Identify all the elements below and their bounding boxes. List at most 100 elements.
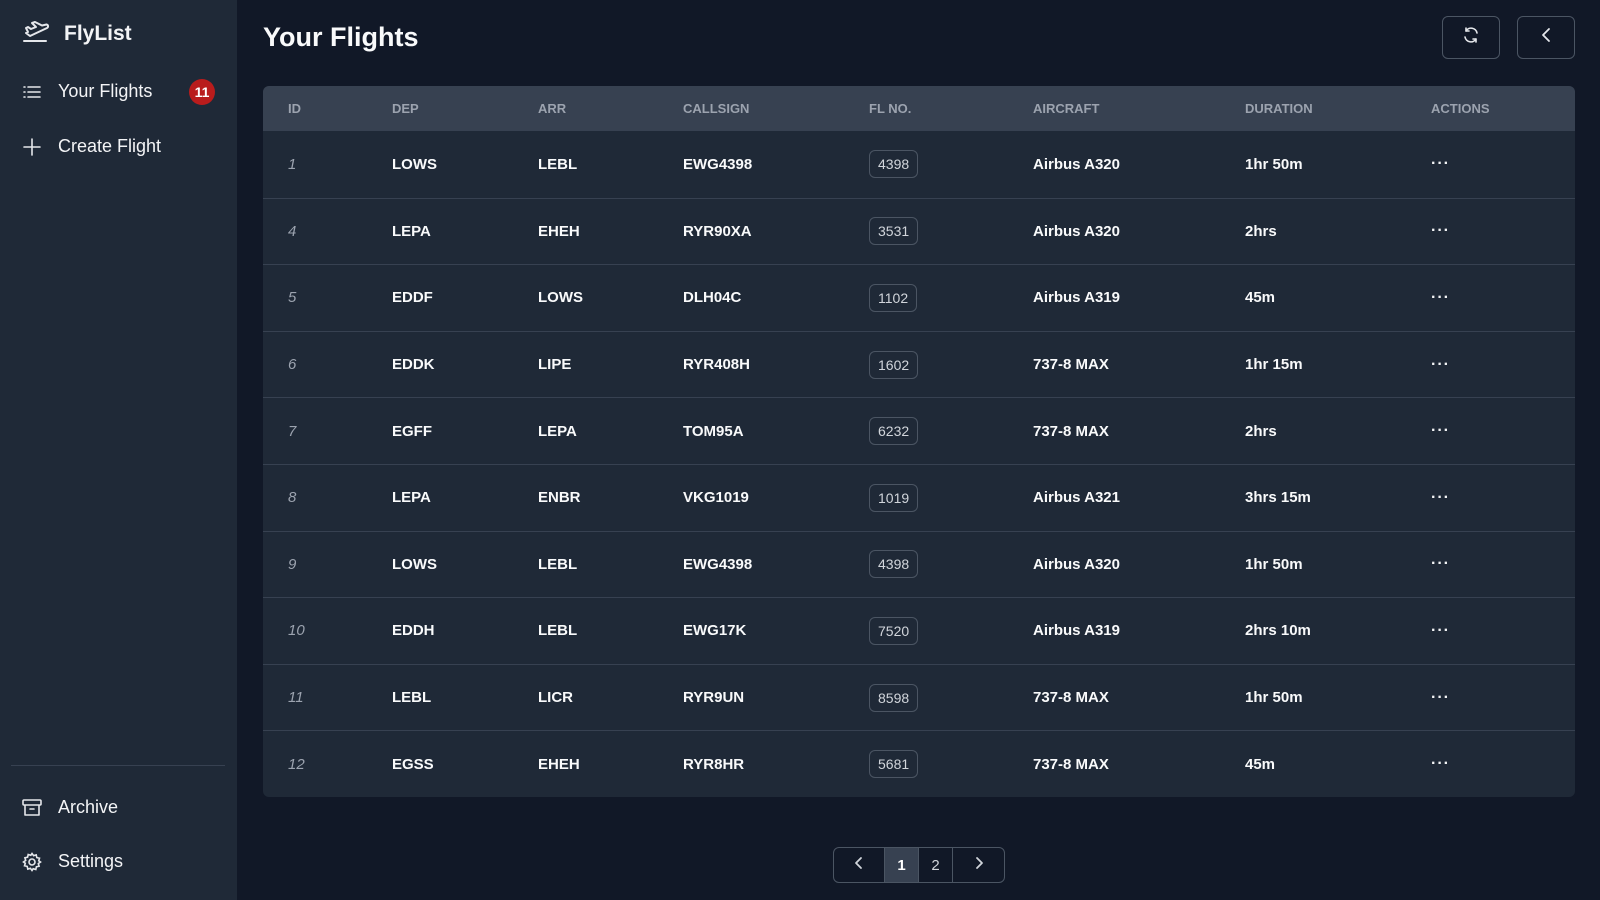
cell-actions: ···: [1431, 532, 1450, 598]
cell-dep: EDDH: [392, 598, 435, 664]
table-row[interactable]: 1 LOWS LEBL EWG4398 4398 Airbus A320 1hr 50m ··…: [263, 131, 1575, 198]
cell-fl-no: 7520: [869, 598, 919, 664]
more-actions-button[interactable]: ···: [1431, 222, 1450, 240]
cell-arr: LOWS: [538, 265, 583, 331]
cell-aircraft: Airbus A320: [1033, 532, 1120, 598]
more-actions-button[interactable]: ···: [1431, 356, 1450, 374]
cell-aircraft-text: 737-8 MAX: [1033, 689, 1109, 707]
cell-dep-text: EDDF: [392, 289, 433, 307]
sidebar-item-create-flight[interactable]: Create Flight: [22, 136, 161, 157]
page-button-1[interactable]: 1: [885, 848, 919, 882]
brand[interactable]: FlyList: [22, 18, 132, 49]
cell-fl-no: 5681: [869, 731, 919, 797]
cell-duration-text: 2hrs: [1245, 222, 1277, 240]
cell-arr-text: LICR: [538, 689, 573, 707]
cell-arr: ENBR: [538, 465, 581, 531]
table-row[interactable]: 9 LOWS LEBL EWG4398 4398 Airbus A320 1hr 50m ··…: [263, 530, 1575, 598]
cell-dep: EGFF: [392, 398, 432, 464]
cell-aircraft: 737-8 MAX: [1033, 665, 1109, 731]
sidebar-item-your-flights[interactable]: Your Flights: [22, 81, 152, 102]
cell-dep: EDDK: [392, 332, 435, 398]
cell-fl-no: 1019: [869, 465, 919, 531]
table-row[interactable]: 5 EDDF LOWS DLH04C 1102 Airbus A319 45m ···: [263, 264, 1575, 331]
next-page-button[interactable]: [953, 848, 1004, 882]
cell-actions: ···: [1431, 332, 1450, 398]
cell-callsign: EWG4398: [683, 532, 752, 598]
cell-id: 4: [288, 199, 296, 265]
cell-dep-text: EGSS: [392, 755, 434, 773]
cell-duration-text: 45m: [1245, 289, 1276, 307]
more-actions-button[interactable]: ···: [1431, 422, 1450, 440]
flights-table: ID DEP ARR CALLSIGN FL NO. AIRCRAFT DURA…: [263, 86, 1575, 797]
page-button-2[interactable]: 2: [919, 848, 953, 882]
cell-duration: 3hrs 15m: [1245, 465, 1311, 531]
prev-page-button[interactable]: [834, 848, 885, 882]
cell-callsign: TOM95A: [683, 398, 744, 464]
cell-aircraft-text: Airbus A320: [1033, 155, 1120, 173]
cell-id-text: 8: [288, 489, 297, 507]
cell-dep-text: LOWS: [392, 555, 437, 573]
cell-dep-text: LEBL: [392, 689, 432, 707]
cell-duration: 1hr 50m: [1245, 532, 1303, 598]
table-row[interactable]: 12 EGSS EHEH RYR8HR 5681 737-8 MAX 45m ···: [263, 730, 1575, 797]
cell-fl-no: 4398: [869, 532, 919, 598]
cell-dep-text: EDDH: [392, 622, 435, 640]
cell-fl-no: 6232: [869, 398, 919, 464]
cell-callsign-text: EWG4398: [683, 155, 753, 173]
table-row[interactable]: 7 EGFF LEPA TOM95A 6232 737-8 MAX 2hrs ···: [263, 397, 1575, 464]
table-row[interactable]: 10 EDDH LEBL EWG17K 7520 Airbus A319 2hrs 10m ·…: [263, 597, 1575, 664]
sidebar-item-label: Create Flight: [58, 136, 162, 156]
table-row[interactable]: 8 LEPA ENBR VKG1019 1019 Airbus A321 3hrs 15m ·…: [263, 463, 1575, 531]
refresh-icon: [1462, 26, 1480, 49]
cell-id-text: 1: [288, 155, 297, 173]
refresh-button[interactable]: [1442, 16, 1500, 59]
cell-dep-text: LEPA: [392, 222, 431, 240]
cell-callsign-text: DLH04C: [683, 289, 742, 307]
sidebar-item-archive[interactable]: Archive: [22, 797, 118, 818]
plus-icon: [22, 137, 42, 157]
more-actions-button[interactable]: ···: [1431, 689, 1450, 707]
collapse-button[interactable]: [1517, 16, 1575, 59]
sidebar-item-label: Your Flights: [58, 81, 153, 101]
cell-dep-text: LOWS: [392, 155, 437, 173]
sidebar-divider: [11, 765, 225, 766]
plane-takeoff-icon: [22, 18, 50, 49]
more-actions-button[interactable]: ···: [1431, 155, 1450, 173]
cell-id-text: 12: [288, 755, 305, 773]
cell-id: 8: [288, 465, 296, 531]
cell-duration: 1hr 50m: [1245, 131, 1303, 198]
cell-actions: ···: [1431, 665, 1450, 731]
cell-duration: 45m: [1245, 265, 1275, 331]
cell-id: 11: [288, 665, 304, 731]
table-row[interactable]: 11 LEBL LICR RYR9UN 8598 737-8 MAX 1hr 50m ···: [263, 663, 1575, 731]
cell-id-text: 9: [288, 555, 297, 573]
cell-duration: 45m: [1245, 731, 1275, 797]
cell-id: 7: [288, 398, 296, 464]
table-row[interactable]: 4 LEPA EHEH RYR90XA 3531 Airbus A320 2hrs ···: [263, 197, 1575, 265]
cell-duration: 1hr 15m: [1245, 332, 1303, 398]
more-actions-button[interactable]: ···: [1431, 622, 1450, 640]
cell-callsign-text: EWG17K: [683, 622, 747, 640]
page-title: Your Flights: [263, 22, 419, 52]
cell-aircraft-text: Airbus A320: [1033, 555, 1120, 573]
cell-fl-no: 8598: [869, 665, 919, 731]
cell-arr-text: EHEH: [538, 222, 580, 240]
cell-duration: 2hrs 10m: [1245, 598, 1311, 664]
more-actions-button[interactable]: ···: [1431, 489, 1450, 507]
more-actions-button[interactable]: ···: [1431, 755, 1450, 773]
cell-aircraft: Airbus A321: [1033, 465, 1120, 531]
flight-number-badge: 4398: [869, 150, 919, 179]
app-name: FlyList: [64, 21, 132, 45]
cell-callsign: EWG17K: [683, 598, 746, 664]
flight-number-badge: 1019: [869, 483, 919, 512]
more-actions-button[interactable]: ···: [1431, 289, 1450, 307]
cell-callsign: DLH04C: [683, 265, 741, 331]
cell-dep: LEPA: [392, 465, 431, 531]
cell-duration: 1hr 50m: [1245, 665, 1303, 731]
cell-arr-text: LOWS: [538, 289, 583, 307]
table-row[interactable]: 6 EDDK LIPE RYR408H 1602 737-8 MAX 1hr 15m ···: [263, 330, 1575, 398]
more-actions-button[interactable]: ···: [1431, 555, 1450, 573]
cell-arr: EHEH: [538, 199, 580, 265]
cell-id-text: 4: [288, 222, 297, 240]
sidebar-item-settings[interactable]: Settings: [22, 851, 123, 872]
